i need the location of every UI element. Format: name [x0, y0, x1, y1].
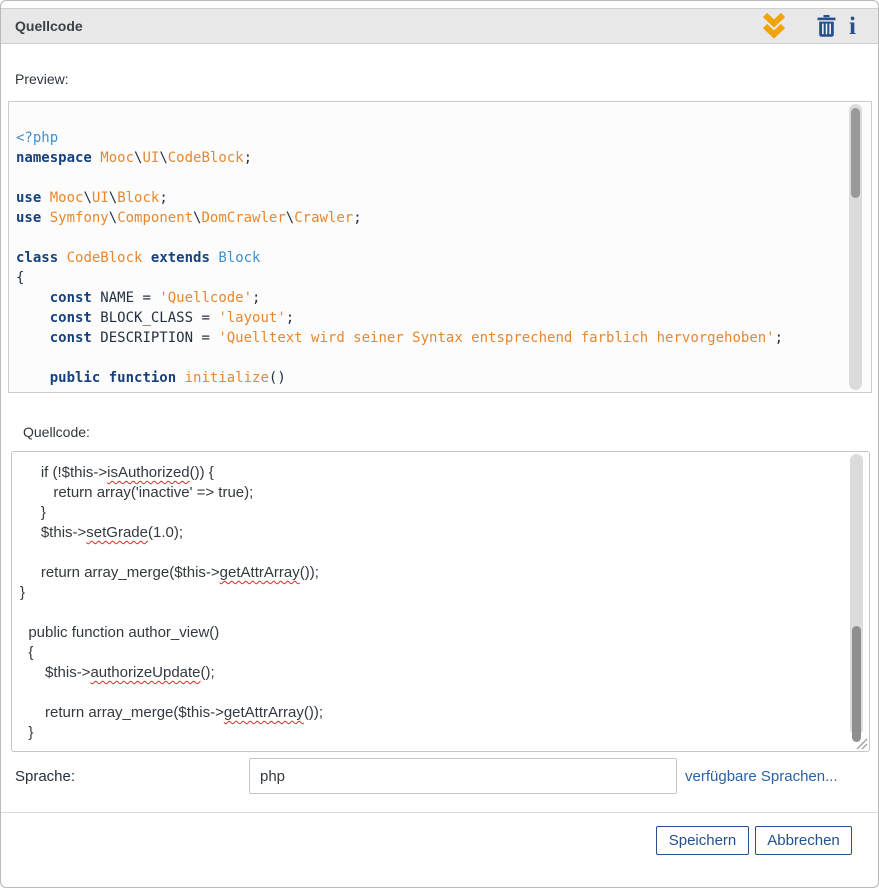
save-button[interactable]: Speichern	[656, 826, 749, 855]
quellcode-textarea-content: if (!$this->isAuthorized()) { return arr…	[12, 452, 849, 743]
preview-scrollbar-thumb[interactable]	[851, 108, 860, 198]
cancel-button[interactable]: Abbrechen	[755, 826, 852, 855]
editor-scrollbar[interactable]	[850, 454, 863, 735]
quellcode-block-dialog: Quellcode i	[0, 0, 879, 888]
quellcode-textarea[interactable]: if (!$this->isAuthorized()) { return arr…	[11, 451, 870, 752]
dialog-title: Quellcode	[15, 9, 83, 43]
double-chevron-down-icon	[762, 13, 786, 39]
trash-icon	[817, 15, 836, 37]
preview-label: Preview:	[15, 71, 69, 87]
footer-divider	[1, 812, 878, 813]
preview-code: <?phpnamespace Mooc\UI\CodeBlock; use Mo…	[9, 102, 871, 393]
delete-trash-icon[interactable]	[817, 15, 836, 37]
preview-scrollbar[interactable]	[849, 104, 862, 390]
collapse-double-chevron-icon[interactable]	[762, 13, 786, 39]
info-icon[interactable]: i	[849, 14, 856, 39]
editor-scrollbar-thumb[interactable]	[852, 626, 861, 742]
available-languages-link[interactable]: verfügbare Sprachen...	[685, 768, 838, 785]
sprache-input[interactable]	[249, 758, 677, 794]
sprache-label: Sprache:	[15, 768, 75, 785]
code-preview-pane: <?phpnamespace Mooc\UI\CodeBlock; use Mo…	[8, 101, 872, 393]
resize-grip-icon[interactable]	[854, 736, 868, 750]
dialog-header: Quellcode i	[1, 8, 878, 44]
header-icon-group: i	[762, 9, 856, 43]
quellcode-label: Quellcode:	[23, 424, 90, 440]
